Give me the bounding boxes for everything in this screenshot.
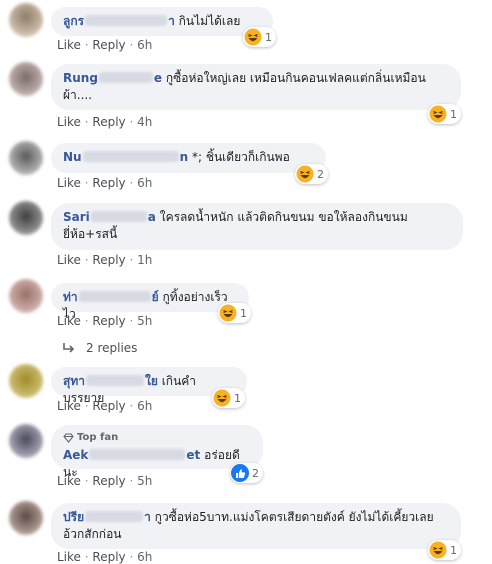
- comment-actions: Like · Reply · 5h: [57, 474, 153, 488]
- reaction-number: 1: [265, 30, 272, 44]
- like-link[interactable]: Like: [57, 115, 81, 129]
- comment-actions: Like · Reply · 6h: [57, 550, 153, 564]
- timestamp[interactable]: 6h: [137, 38, 152, 52]
- comment-actions: Like · Reply · 4h: [57, 115, 153, 129]
- like-link[interactable]: Like: [57, 314, 81, 328]
- reply-link[interactable]: Reply: [92, 550, 125, 564]
- reaction-count[interactable]: 1: [212, 388, 245, 408]
- commenter-name[interactable]: ลูกรา: [63, 14, 175, 28]
- commenter-name[interactable]: Aek et: [63, 448, 200, 462]
- avatar[interactable]: [9, 3, 43, 37]
- reaction-number: 1: [450, 107, 457, 121]
- reply-arrow-icon: [63, 343, 75, 353]
- view-replies-link[interactable]: 2 replies: [62, 341, 137, 355]
- reaction-count[interactable]: 1: [428, 540, 461, 560]
- reply-link[interactable]: Reply: [92, 399, 125, 413]
- reply-link[interactable]: Reply: [92, 314, 125, 328]
- commenter-name[interactable]: Sari a: [63, 210, 156, 224]
- like-link[interactable]: Like: [57, 176, 81, 190]
- reaction-number: 1: [240, 306, 247, 320]
- reaction-number: 2: [252, 466, 259, 480]
- avatar[interactable]: [9, 62, 43, 96]
- reaction-number: 1: [450, 543, 457, 557]
- like-link[interactable]: Like: [57, 253, 81, 267]
- like-link[interactable]: Like: [57, 474, 81, 488]
- reply-link[interactable]: Reply: [92, 474, 125, 488]
- haha-emoji-icon: [429, 105, 447, 123]
- comment-actions: Like · Reply · 6h: [57, 176, 153, 190]
- haha-emoji-icon: [429, 541, 447, 559]
- comment-text: กินไม่ได้เลย: [178, 14, 241, 28]
- avatar[interactable]: [9, 364, 43, 398]
- reaction-count[interactable]: 2: [295, 164, 328, 184]
- avatar[interactable]: [9, 501, 43, 535]
- reply-link[interactable]: Reply: [92, 176, 125, 190]
- comment-bubble: Sari a ใครลดน้ำหนัก แล้วติดกินขนม ขอให้ลอ…: [51, 203, 463, 250]
- avatar[interactable]: [9, 279, 43, 313]
- commenter-name[interactable]: สุทา ใย: [63, 374, 158, 388]
- comment-actions: Like · Reply · 5h: [57, 314, 153, 328]
- avatar[interactable]: [9, 424, 43, 458]
- reaction-number: 1: [234, 391, 241, 405]
- timestamp[interactable]: 5h: [137, 474, 152, 488]
- reply-link[interactable]: Reply: [92, 38, 125, 52]
- timestamp[interactable]: 6h: [137, 399, 152, 413]
- haha-emoji-icon: [213, 389, 231, 407]
- reaction-count[interactable]: 1: [243, 27, 276, 47]
- top-fan-label: Top fan: [77, 432, 119, 443]
- comment-text: *; ชิ้นเดียวก็เกินพอ: [191, 150, 290, 164]
- comment-actions: Like · Reply · 6h: [57, 38, 153, 52]
- top-fan-badge[interactable]: Top fan: [63, 429, 251, 446]
- timestamp[interactable]: 6h: [137, 176, 152, 190]
- reaction-count[interactable]: 1: [428, 104, 461, 124]
- avatar[interactable]: [9, 141, 43, 175]
- like-link[interactable]: Like: [57, 550, 81, 564]
- reaction-number: 2: [317, 167, 324, 181]
- commenter-name[interactable]: Nu n: [63, 150, 188, 164]
- comment-bubble: ลูกรา กินไม่ได้เลย: [51, 7, 273, 36]
- timestamp[interactable]: 5h: [137, 314, 152, 328]
- comment-actions: Like · Reply · 6h: [57, 399, 153, 413]
- comment-bubble: Rung e กูซื้อห่อใหญ่เลย เหมือนกินคอนเฟลคแ…: [51, 64, 461, 110]
- top-fan-badge-icon: [63, 432, 74, 443]
- reply-link[interactable]: Reply: [92, 115, 125, 129]
- timestamp[interactable]: 1h: [137, 253, 152, 267]
- haha-emoji-icon: [219, 304, 237, 322]
- replies-count-label: 2 replies: [86, 341, 138, 355]
- comment-bubble: Nu n *; ชิ้นเดียวก็เกินพอ: [51, 143, 326, 173]
- like-link[interactable]: Like: [57, 399, 81, 413]
- reply-link[interactable]: Reply: [92, 253, 125, 267]
- comment-bubble: ปรียา กูวซื้อห่อ5บาท.แม่งโคตรเสียดายตังค…: [51, 503, 461, 549]
- reaction-count[interactable]: 1: [218, 303, 251, 323]
- haha-emoji-icon: [244, 28, 262, 46]
- timestamp[interactable]: 4h: [137, 115, 152, 129]
- commenter-name[interactable]: ปรียา: [63, 510, 151, 524]
- avatar[interactable]: [9, 201, 43, 235]
- haha-emoji-icon: [296, 165, 314, 183]
- reaction-count[interactable]: 2: [230, 463, 263, 483]
- like-thumb-icon: [231, 464, 249, 482]
- timestamp[interactable]: 6h: [137, 550, 152, 564]
- commenter-name[interactable]: Rung e: [63, 71, 162, 85]
- comment-actions: Like · Reply · 1h: [57, 253, 153, 267]
- commenter-name[interactable]: ท่า ย์: [63, 290, 159, 304]
- like-link[interactable]: Like: [57, 38, 81, 52]
- comment-bubble: Top fan Aek et อร่อยดีนะ: [51, 425, 263, 479]
